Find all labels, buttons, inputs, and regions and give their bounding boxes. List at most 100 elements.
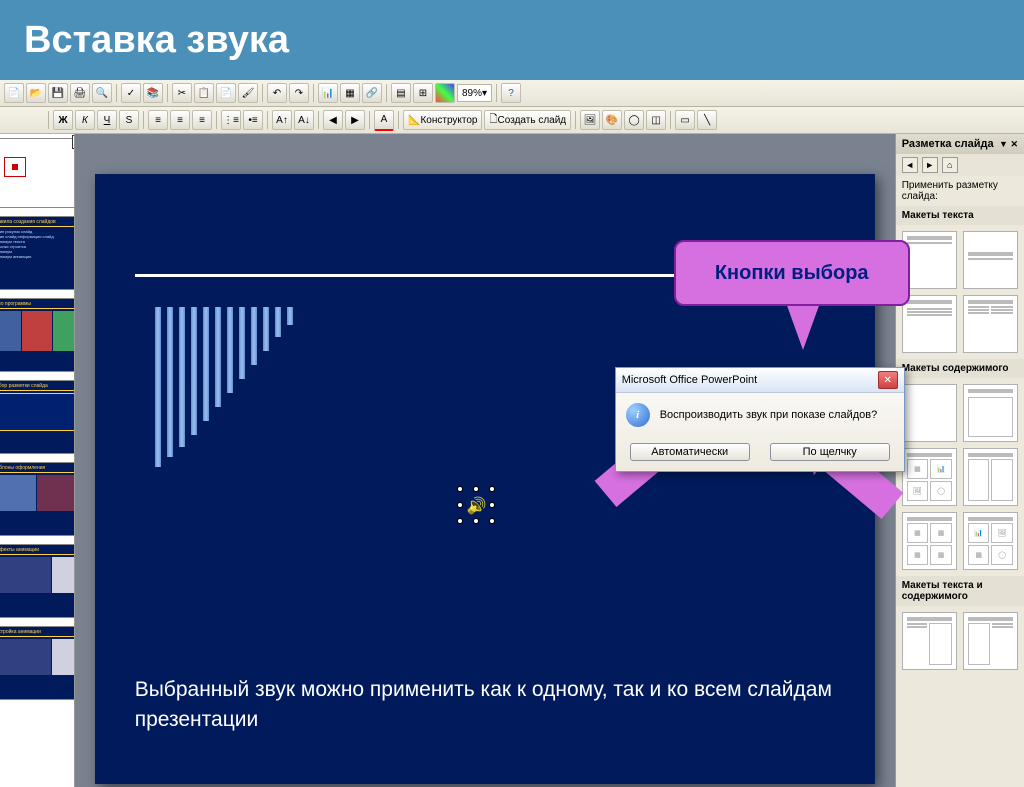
slide-caption: Выбранный звук можно применить как к одн… [135,675,835,734]
selection-handle[interactable] [457,502,463,508]
layout-text-content[interactable] [902,612,957,670]
dialog-buttons: Автоматически По щелчку [616,437,904,471]
dialog-body: i Воспроизводить звук при показе слайдов… [616,393,904,437]
preview-icon[interactable]: 🔍 [92,83,112,103]
layout-title-only[interactable] [902,231,957,289]
content-layouts-section: Макеты содержимого [896,359,1024,378]
insert-shape-icon[interactable]: ◯ [624,110,644,130]
dialog-titlebar[interactable]: Microsoft Office PowerPoint ✕ [616,368,904,393]
layout-content[interactable] [963,384,1018,442]
color-icon[interactable] [435,83,455,103]
bold-icon[interactable]: Ж [53,110,73,130]
copy-icon[interactable]: 📋 [194,83,214,103]
separator [575,111,576,129]
thumb-4[interactable]: Выбор разметки слайда [0,380,75,454]
italic-icon[interactable]: К [75,110,95,130]
sound-object-icon[interactable] [465,494,489,518]
layout-content-text[interactable] [963,612,1018,670]
layout-title-bullets[interactable] [902,295,957,353]
help-icon[interactable]: ? [501,83,521,103]
align-right-icon[interactable]: ≡ [192,110,212,130]
dialog-close-icon[interactable]: ✕ [878,371,898,389]
text-layouts-section: Макеты текста [896,206,1024,225]
spell-icon[interactable]: ✓ [121,83,141,103]
layout-two-content[interactable] [963,448,1018,506]
slide-editor-area: Выбранный звук можно применить как к одн… [75,134,895,787]
zoom-selector[interactable]: 89% ▾ [457,84,492,102]
selection-handle[interactable] [489,486,495,492]
new-slide-button[interactable]: 🗋 Создать слайд [484,110,571,130]
bar [287,307,293,325]
decrease-font-icon[interactable]: A↓ [294,110,314,130]
layout-four-content-alt[interactable]: 📊🖼▦◯ [963,512,1018,570]
slide-layout-task-pane: Разметка слайда ▼ ✕ ◄ ► ⌂ Применить разм… [895,134,1024,787]
thumb-7[interactable]: Настройка анимации [0,626,75,700]
thumb-6[interactable]: Эффекты анимации [0,544,75,618]
thumb-2[interactable]: Правила создания слайдов • Один рисунок … [0,216,75,290]
design-button[interactable]: 📐 Конструктор [403,110,482,130]
on-click-button[interactable]: По щелчку [770,443,890,461]
design-label: Конструктор [420,115,477,126]
thumb-title: Окно программы [0,301,75,309]
separator [262,84,263,102]
paste-icon[interactable]: 📄 [216,83,236,103]
insert-pic-icon[interactable]: 🖼 [580,110,600,130]
insert-diagram-icon[interactable]: ◫ [646,110,666,130]
undo-icon[interactable]: ↶ [267,83,287,103]
shadow-icon[interactable]: S [119,110,139,130]
layout-title-subtitle[interactable] [963,231,1018,289]
save-icon[interactable]: 💾 [48,83,68,103]
thumb-1[interactable]: × [0,138,75,208]
task-pane-nav: ◄ ► ⌂ [896,154,1024,176]
layout-four-content[interactable]: ▦▦▦▦ [902,512,957,570]
bar [167,307,173,457]
selection-handle[interactable] [473,518,479,524]
numbered-list-icon[interactable]: ⋮≡ [221,110,241,130]
thumb-5[interactable]: Шаблоны оформления [0,462,75,536]
back-icon[interactable]: ◄ [902,157,918,173]
separator [313,84,314,102]
selection-handle[interactable] [473,486,479,492]
dropdown-icon[interactable]: ▼ ✕ [999,139,1018,150]
format-painter-icon[interactable]: 🖌 [238,83,258,103]
font-color-icon[interactable]: A [374,110,394,131]
redo-icon[interactable]: ↷ [289,83,309,103]
open-icon[interactable]: 📂 [26,83,46,103]
table-icon[interactable]: ▦ [340,83,360,103]
print-icon[interactable]: 🖨 [70,83,90,103]
thumb-3[interactable]: Окно программы [0,298,75,372]
new-icon[interactable]: 📄 [4,83,24,103]
decrease-indent-icon[interactable]: ◀ [323,110,343,130]
selection-handle[interactable] [489,518,495,524]
selection-handle[interactable] [489,502,495,508]
tables-borders-icon[interactable]: ▤ [391,83,411,103]
slide-thumbnails-panel: × Правила создания слайдов • Один рисуно… [0,134,75,787]
increase-font-icon[interactable]: A↑ [272,110,292,130]
align-center-icon[interactable]: ≡ [170,110,190,130]
layout-blank[interactable] [902,384,957,442]
underline-icon[interactable]: Ч [97,110,117,130]
research-icon[interactable]: 📚 [143,83,163,103]
show-grid-icon[interactable]: ⊞ [413,83,433,103]
thumb-title: Шаблоны оформления [0,465,75,473]
line-tool-icon[interactable]: ╲ [697,110,717,130]
home-icon[interactable]: ⌂ [942,157,958,173]
shape-tool-icon[interactable]: ▭ [675,110,695,130]
align-left-icon[interactable]: ≡ [148,110,168,130]
forward-icon[interactable]: ► [922,157,938,173]
workspace: × Правила создания слайдов • Один рисуно… [0,134,1024,787]
auto-button[interactable]: Автоматически [630,443,750,461]
bar [203,307,209,421]
increase-indent-icon[interactable]: ▶ [345,110,365,130]
bullet-list-icon[interactable]: •≡ [243,110,263,130]
insert-clip-icon[interactable]: 🎨 [602,110,622,130]
layout-content-grid[interactable]: ▦📊🖼◯ [902,448,957,506]
task-pane-title: Разметка слайда [902,138,994,150]
selection-handle[interactable] [457,486,463,492]
chart-icon[interactable]: 📊 [318,83,338,103]
layout-two-column[interactable] [963,295,1018,353]
selection-handle[interactable] [457,518,463,524]
hyperlink-icon[interactable]: 🔗 [362,83,382,103]
thumb-content [0,639,75,675]
cut-icon[interactable]: ✂ [172,83,192,103]
